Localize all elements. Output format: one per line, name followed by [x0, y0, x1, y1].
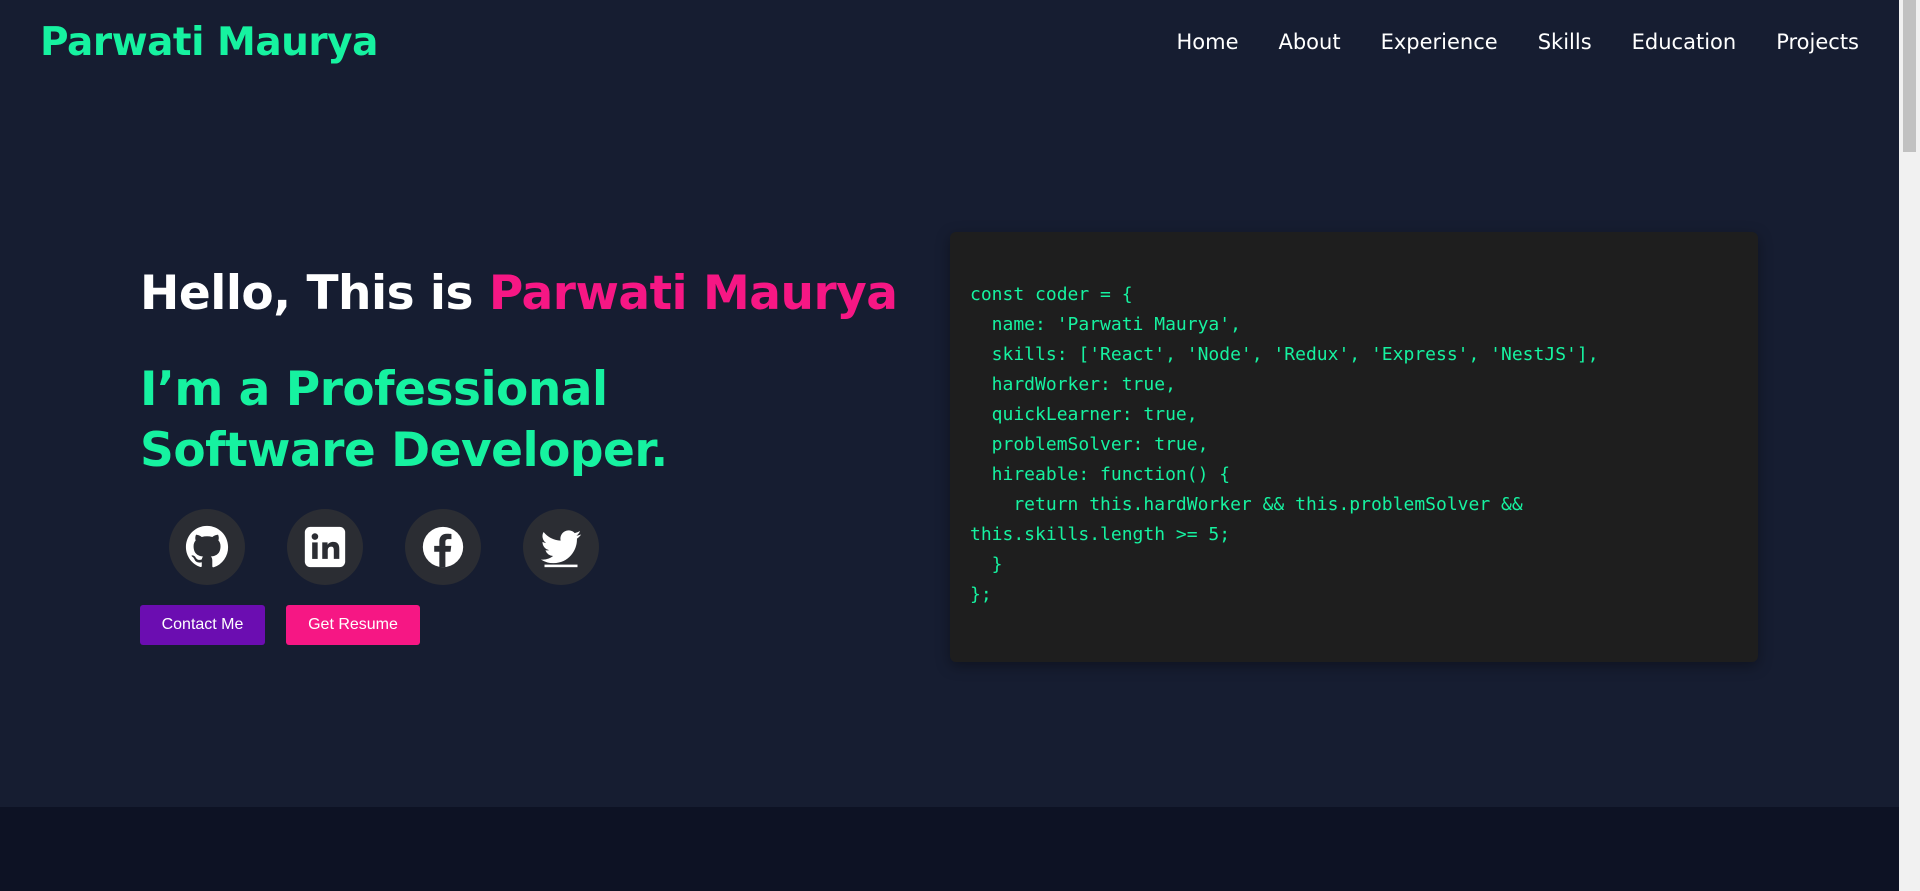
code-line: problemSolver: true,	[970, 434, 1209, 455]
top-navbar: Parwati Maurya Home About Experience Ski…	[0, 0, 1899, 84]
code-line: hireable: function() {	[970, 464, 1231, 485]
nav-link-education[interactable]: Education	[1612, 30, 1757, 54]
linkedin-link[interactable]	[287, 509, 363, 585]
nav-link-home[interactable]: Home	[1156, 30, 1258, 54]
linkedin-icon	[304, 526, 346, 568]
code-line: quickLearner: true,	[970, 404, 1198, 425]
code-line: name: 'Parwati Maurya',	[970, 314, 1241, 335]
code-line: }	[970, 554, 1003, 575]
code-line: hardWorker: true,	[970, 374, 1176, 395]
github-icon	[185, 525, 229, 568]
contact-me-button[interactable]: Contact Me	[140, 605, 265, 645]
code-line: const coder = {	[970, 284, 1133, 305]
twitter-link[interactable]	[523, 509, 599, 585]
get-resume-button[interactable]: Get Resume	[286, 605, 420, 645]
hero-actions: Contact Me Get Resume	[140, 605, 900, 645]
scrollbar-thumb[interactable]	[1903, 0, 1916, 152]
nav-link-about[interactable]: About	[1258, 30, 1360, 54]
greeting-prefix: Hello, This is	[140, 266, 489, 321]
code-line: };	[970, 584, 992, 605]
greeting-name: Parwati Maurya	[488, 266, 898, 321]
nav-link-experience[interactable]: Experience	[1361, 30, 1518, 54]
social-links	[169, 509, 900, 585]
code-line: this.skills.length >= 5;	[970, 524, 1231, 545]
brand-logo[interactable]: Parwati Maurya	[40, 20, 378, 65]
github-link[interactable]	[169, 509, 245, 585]
hero-greeting: Hello, This is Parwati Maurya	[140, 270, 900, 317]
hero-role: I’m a Professional Software Developer.	[140, 362, 668, 478]
next-section	[0, 807, 1899, 891]
twitter-icon	[540, 530, 582, 568]
hero-section: Hello, This is Parwati Maurya I’m a Prof…	[0, 84, 1899, 807]
code-line: skills: ['React', 'Node', 'Redux', 'Expr…	[970, 344, 1599, 365]
nav-link-skills[interactable]: Skills	[1518, 30, 1612, 54]
code-snippet-card: const coder = { name: 'Parwati Maurya', …	[950, 232, 1758, 662]
nav-links: Home About Experience Skills Education P…	[1156, 30, 1859, 54]
facebook-icon	[422, 526, 464, 568]
page-scrollbar[interactable]	[1899, 0, 1920, 891]
nav-link-projects[interactable]: Projects	[1756, 30, 1859, 54]
hero-intro: Hello, This is Parwati Maurya I’m a Prof…	[140, 270, 900, 645]
facebook-link[interactable]	[405, 509, 481, 585]
code-line: return this.hardWorker && this.problemSo…	[970, 494, 1523, 515]
page: Parwati Maurya Home About Experience Ski…	[0, 0, 1899, 891]
